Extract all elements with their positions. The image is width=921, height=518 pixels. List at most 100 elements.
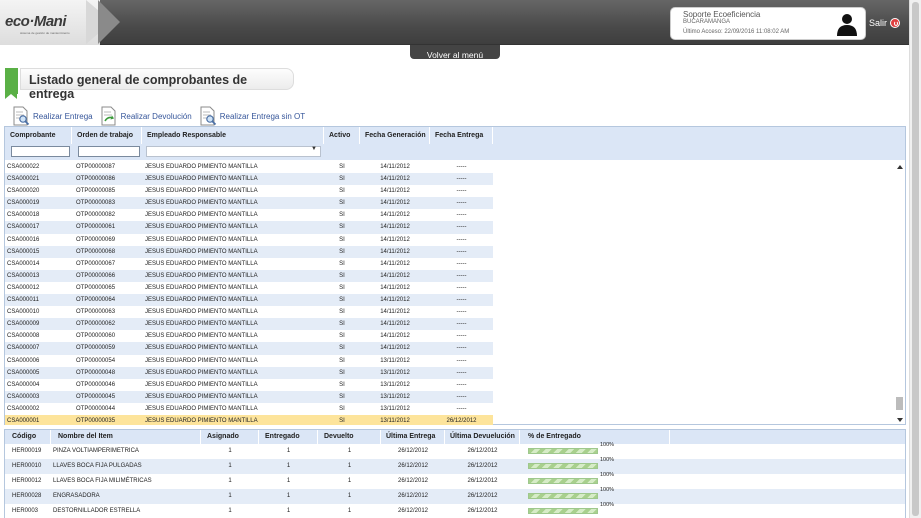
detail-grid: Código Nombre del Item Asignado Entregad… xyxy=(4,429,906,518)
detail-cell-ultima-devolucion: 26/12/2012 xyxy=(467,448,498,454)
col-header-empleado[interactable]: Empleado Responsable xyxy=(142,127,324,144)
detail-col-ultima-entrega[interactable]: Última Entrega xyxy=(381,430,445,444)
progress-bar xyxy=(528,448,598,454)
dropdown-arrow-icon: ▼ xyxy=(311,146,317,152)
grid-scrollbar[interactable] xyxy=(893,161,905,425)
table-row[interactable]: CSA000012 OTP00000065 JESUS EDUARDO PIMIEN… xyxy=(5,282,493,294)
col-header-fecha-entrega[interactable]: Fecha Entrega xyxy=(430,127,493,144)
detail-cell-devuelto: 1 xyxy=(347,478,352,484)
filter-empleado-select[interactable]: ▼ xyxy=(146,146,321,157)
page-title: Listado general de comprobantes de entre… xyxy=(29,73,248,101)
detail-cell-ultima-entrega: 26/12/2012 xyxy=(397,508,429,514)
table-row[interactable]: CSA000005 OTP00000048 JESUS EDUARDO PIMIEN… xyxy=(5,366,493,379)
detail-cell-devuelto: 1 xyxy=(347,448,352,454)
detail-row[interactable]: HER00010 LLAVES BOCA FIJA PULGADAS 1 1 1 26/1… xyxy=(5,457,905,474)
detail-col-devuelto[interactable]: Devuelto xyxy=(318,430,381,444)
col-header-orden-trabajo[interactable]: Orden de trabajo xyxy=(72,127,142,144)
table-row[interactable]: CSA000006 OTP00000054 JESUS EDUARDO PIMIEN… xyxy=(5,355,493,367)
table-row[interactable]: CSA000020 OTP00000085 JESUS EDUARDO PIMIEN… xyxy=(5,185,493,197)
table-row[interactable]: CSA000016 OTP00000069 JESUS EDUARDO PIMIEN… xyxy=(5,234,493,246)
realizar-entrega-sin-ot-button[interactable]: Realizar Entrega sin OT xyxy=(199,106,305,126)
detail-cell-nombre: LLAVES BOCA FIJA MILIMÉTRICAS xyxy=(53,478,152,484)
detail-row[interactable]: HER00019 PINZA VOLTIAMPERIMETRICA 1 1 1 26/12… xyxy=(5,442,905,459)
cell-fecha-generacion: 13/11/2012 xyxy=(380,405,410,412)
cell-fecha-generacion: 14/11/2012 xyxy=(380,272,410,279)
page-scrollbar[interactable] xyxy=(909,0,921,518)
detail-row[interactable]: HER00012 LLAVES BOCA FIJA MILIMÉTRICAS 1 1 1… xyxy=(5,472,905,489)
detail-cell-entregado: 1 xyxy=(286,508,291,514)
col-header-fecha-generacion[interactable]: Fecha Generación xyxy=(360,127,430,144)
detail-cell-ultima-entrega: 26/12/2012 xyxy=(397,493,429,499)
detail-col-entregado[interactable]: Entregado xyxy=(259,430,318,444)
logo[interactable]: eco·Mani xyxy=(5,13,67,30)
cell-empleado: JESUS EDUARDO PIMIENTO MANTILLA xyxy=(145,357,258,364)
cell-fecha-generacion: 14/11/2012 xyxy=(380,248,410,255)
table-row[interactable]: CSA000015 OTP00000068 JESUS EDUARDO PIMIEN… xyxy=(5,245,493,258)
grid-header: Comprobante Orden de trabajo Empleado Re… xyxy=(5,127,905,160)
col-header-activo[interactable]: Activo xyxy=(324,127,360,144)
detail-cell-codigo: HER00019 xyxy=(12,448,42,454)
table-row[interactable]: CSA000022 OTP00000087 JESUS EDUARDO PIMIEN… xyxy=(5,161,493,173)
table-row[interactable]: CSA000001 OTP00000035 JESUS EDUARDO PIMIEN… xyxy=(5,414,493,425)
table-row[interactable]: CSA000013 OTP00000066 JESUS EDUARDO PIMIEN… xyxy=(5,269,493,282)
cell-activo: SI xyxy=(339,200,345,207)
table-row[interactable]: CSA000003 OTP00000045 JESUS EDUARDO PIMIEN… xyxy=(5,390,493,403)
filter-comprobante-input[interactable] xyxy=(11,146,70,157)
page-scrollbar-thumb[interactable] xyxy=(912,2,919,516)
detail-col-porcentaje[interactable]: % de Entregado xyxy=(520,430,670,444)
cell-activo: SI xyxy=(339,309,345,316)
cell-comprobante: CSA000009 xyxy=(7,321,40,328)
detail-col-codigo[interactable]: Código xyxy=(5,430,51,444)
table-row[interactable]: CSA000019 OTP00000083 JESUS EDUARDO PIMIEN… xyxy=(5,197,493,210)
detail-cell-asignado: 1 xyxy=(228,478,232,484)
table-row[interactable]: CSA000007 OTP00000059 JESUS EDUARDO PIMIEN… xyxy=(5,342,493,355)
cell-fecha-entrega: ----- xyxy=(456,224,467,231)
table-row[interactable]: CSA000021 OTP00000086 JESUS EDUARDO PIMIEN… xyxy=(5,173,493,186)
table-row[interactable]: CSA000018 OTP00000082 JESUS EDUARDO PIMIEN… xyxy=(5,209,493,221)
title-bookmark-icon xyxy=(5,68,18,99)
detail-cell-devuelto: 1 xyxy=(347,493,352,499)
cell-activo: SI xyxy=(339,297,345,304)
table-row[interactable]: CSA000009 OTP00000062 JESUS EDUARDO PIMIEN… xyxy=(5,318,493,331)
table-row[interactable]: CSA000010 OTP00000063 JESUS EDUARDO PIMIEN… xyxy=(5,306,493,318)
user-city: BUCARAMANGA xyxy=(683,19,731,25)
scroll-up-arrow-icon[interactable] xyxy=(897,165,903,169)
detail-row[interactable]: HER0003 DESTORNILLADOR ESTRELLA 1 1 1 26/12/2… xyxy=(5,502,905,518)
cell-orden: OTP00000059 xyxy=(76,345,116,352)
logout-button[interactable]: Salir xyxy=(869,16,901,30)
realizar-entrega-button[interactable]: Realizar Entrega xyxy=(12,106,93,126)
cell-comprobante: CSA000013 xyxy=(7,272,40,279)
table-row[interactable]: CSA000014 OTP00000067 JESUS EDUARDO PIMIEN… xyxy=(5,258,493,270)
cell-comprobante: CSA000005 xyxy=(7,369,40,376)
detail-cell-ultima-devolucion: 26/12/2012 xyxy=(467,508,498,514)
grid-scrollbar-thumb[interactable] xyxy=(896,397,903,410)
table-row[interactable]: CSA000011 OTP00000064 JESUS EDUARDO PIMIEN… xyxy=(5,294,493,307)
detail-col-asignado[interactable]: Asignado xyxy=(201,430,259,444)
scroll-down-arrow-icon[interactable] xyxy=(897,418,903,422)
cell-fecha-entrega: ----- xyxy=(456,248,467,255)
cell-comprobante: CSA000002 xyxy=(7,405,40,412)
cell-activo: SI xyxy=(339,164,345,170)
table-row[interactable]: CSA000004 OTP00000046 JESUS EDUARDO PIMIEN… xyxy=(5,379,493,391)
comprobantes-grid: Comprobante Orden de trabajo Empleado Re… xyxy=(4,126,906,425)
filter-orden-input[interactable] xyxy=(78,146,140,157)
cell-activo: SI xyxy=(339,405,345,412)
realizar-devolucion-button[interactable]: Realizar Devolución xyxy=(100,106,192,126)
logo-panel: eco·Mani sistema de gestión de mantenimi… xyxy=(0,0,100,45)
cell-fecha-generacion: 14/11/2012 xyxy=(380,309,410,316)
cell-activo: SI xyxy=(339,333,345,340)
logo-tagline: sistema de gestión de mantenimiento xyxy=(20,31,70,35)
detail-row[interactable]: HER00028 ENGRASADORA 1 1 1 26/12/2012 26/12/20… xyxy=(5,487,905,504)
detail-col-nombre[interactable]: Nombre del Item xyxy=(51,430,201,444)
detail-col-ultima-devolucion[interactable]: Última Devuelución xyxy=(445,430,520,444)
col-header-comprobante[interactable]: Comprobante xyxy=(5,127,72,144)
table-row[interactable]: CSA000008 OTP00000060 JESUS EDUARDO PIMIEN… xyxy=(5,330,493,342)
detail-cell-devuelto: 1 xyxy=(347,508,352,514)
table-row[interactable]: CSA000002 OTP00000044 JESUS EDUARDO PIMIEN… xyxy=(5,403,493,415)
cell-empleado: JESUS EDUARDO PIMIENTO MANTILLA xyxy=(145,405,258,412)
filter-row: ▼ xyxy=(5,144,905,160)
back-to-menu-link[interactable]: Volver al menú xyxy=(427,50,483,60)
cell-activo: SI xyxy=(339,357,345,364)
table-row[interactable]: CSA000017 OTP00000061 JESUS EDUARDO PIMIEN… xyxy=(5,221,493,234)
cell-comprobante: CSA000007 xyxy=(7,345,40,352)
